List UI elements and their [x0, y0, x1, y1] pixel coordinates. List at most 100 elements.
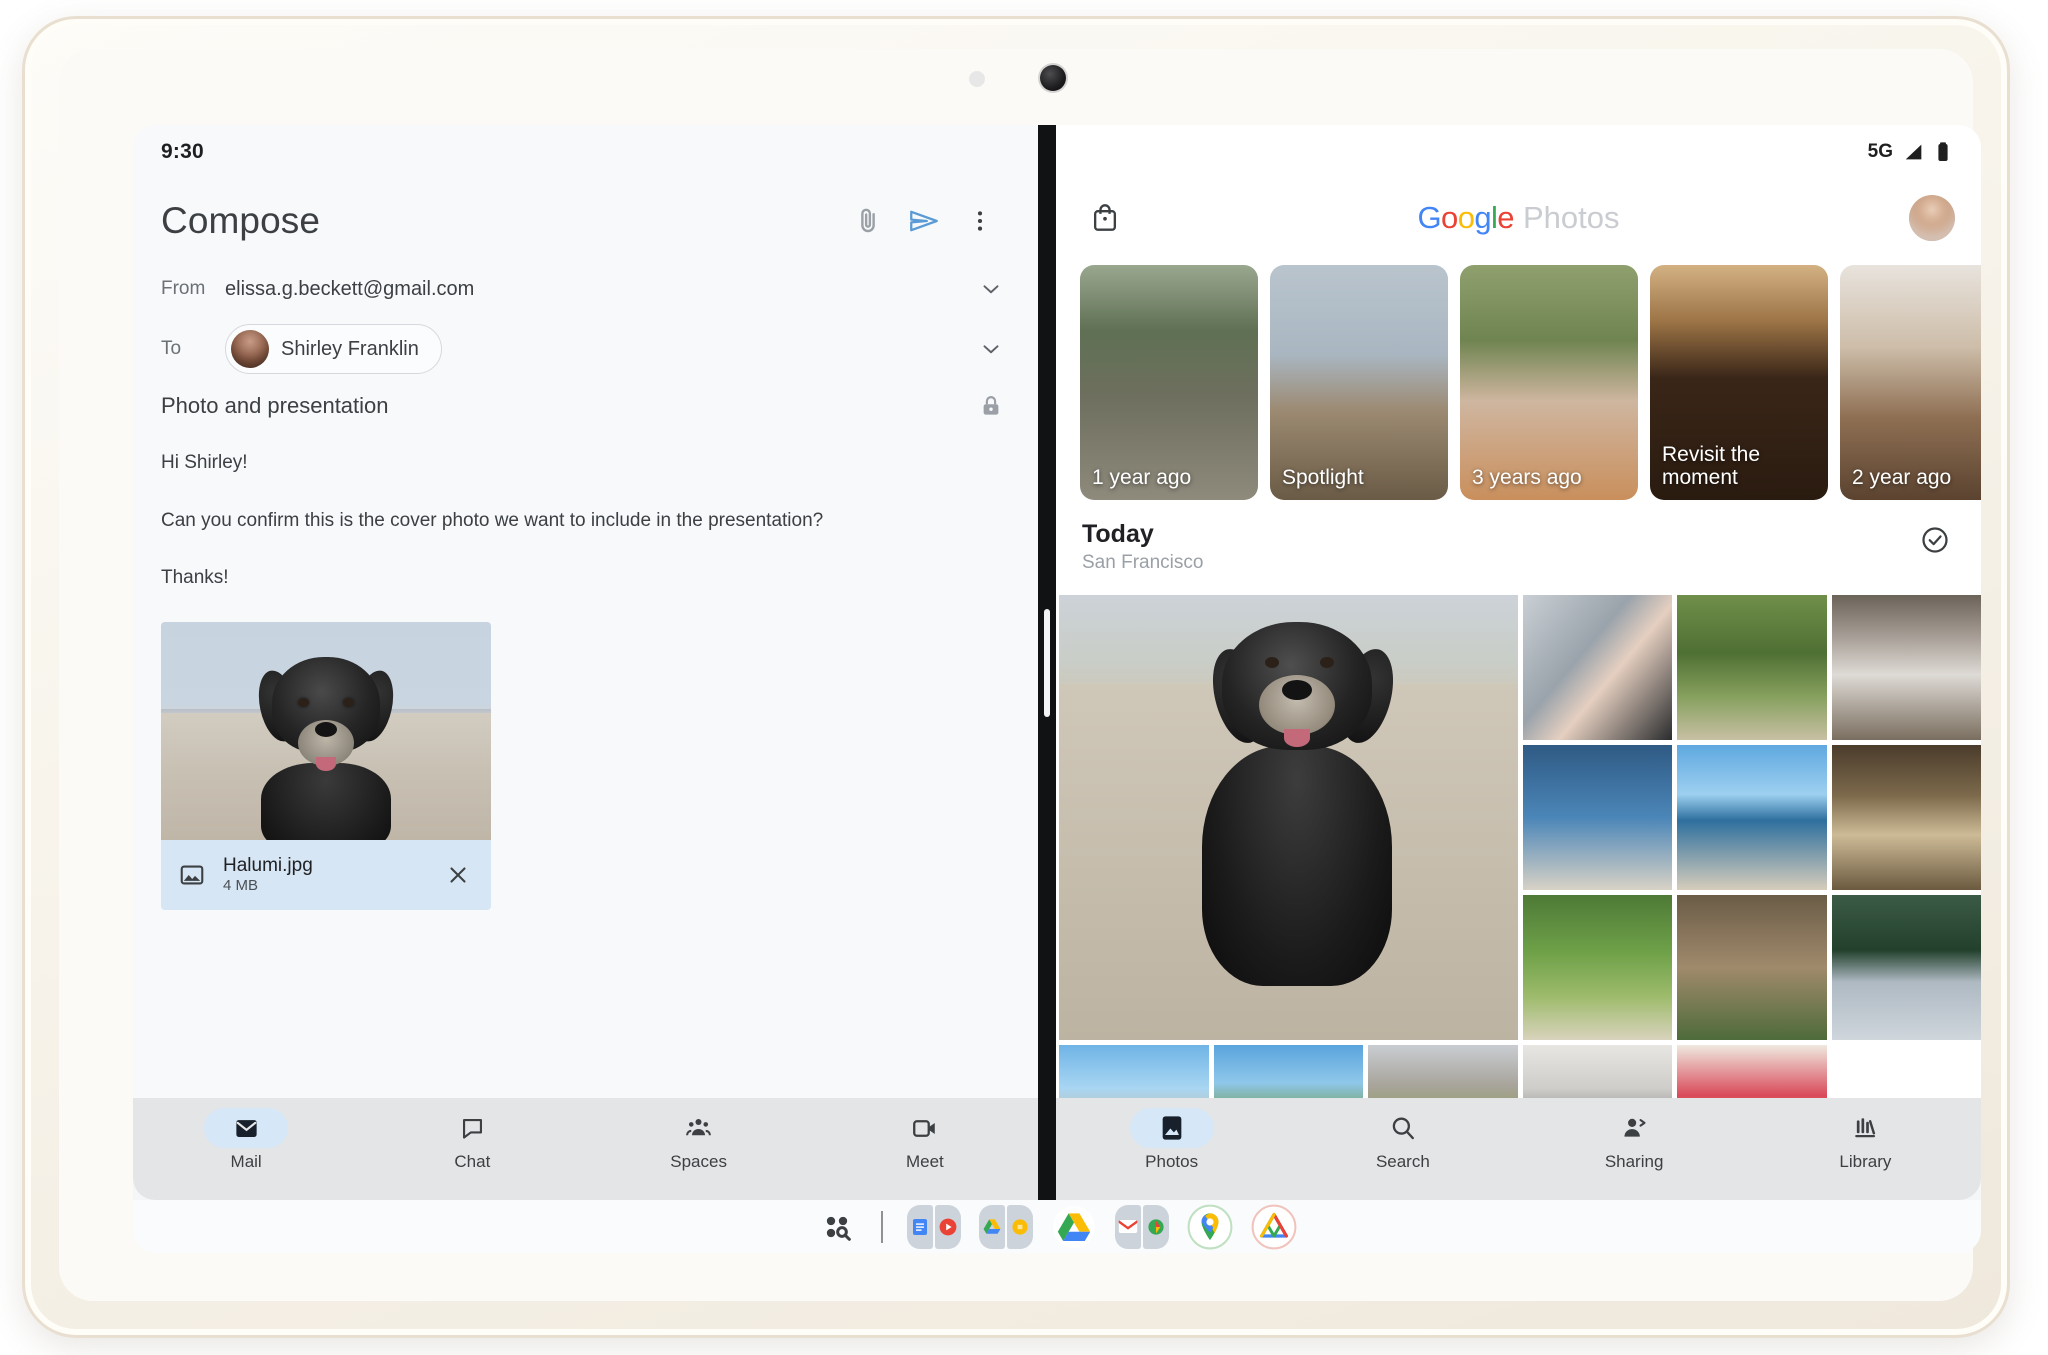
confidential-mode-button[interactable]: [974, 389, 1008, 423]
attachment-type-icon-box: [175, 858, 209, 892]
subject-field-row[interactable]: Photo and presentation: [133, 379, 1038, 433]
app-drive-icon: [979, 1204, 1005, 1249]
chevron-down-icon: [983, 345, 999, 354]
to-field-row[interactable]: To Shirley Franklin: [133, 319, 1038, 379]
remove-attachment-button[interactable]: [439, 856, 477, 894]
status-clock: 9:30: [161, 140, 204, 163]
photo-hand-dog[interactable]: [1522, 595, 1672, 740]
send-icon: [910, 210, 938, 232]
nav-chat[interactable]: Chat: [359, 1108, 585, 1172]
from-label: From: [161, 278, 206, 299]
photo-white-truck[interactable]: [1831, 595, 1981, 740]
photo-truck-awning[interactable]: [1213, 1045, 1363, 1098]
section-title: Today: [1082, 520, 1154, 548]
nav-spaces-pill: [657, 1108, 741, 1148]
memory-card[interactable]: 1 year ago: [1080, 265, 1258, 500]
google-wordmark: Google: [1417, 200, 1515, 235]
from-expand-button[interactable]: [974, 272, 1008, 306]
maps-icon: [1187, 1204, 1233, 1249]
nav-photos-label: Photos: [1145, 1152, 1199, 1171]
app-google-maps[interactable]: [1187, 1204, 1233, 1250]
close-icon: [450, 867, 466, 883]
youtube-icon: [939, 1218, 957, 1235]
app-pair-gmail-slides[interactable]: [1115, 1204, 1169, 1249]
divider-drag-handle[interactable]: [1044, 608, 1050, 717]
memory-card[interactable]: 3 years ago: [1460, 265, 1638, 500]
body-line-3: Thanks!: [161, 567, 229, 589]
nav-library[interactable]: Library: [1750, 1108, 1981, 1172]
inline-attachment-preview[interactable]: [161, 621, 491, 840]
today-texts: Today San Francisco: [1082, 520, 1915, 574]
photo-edge-1[interactable]: [1522, 745, 1672, 890]
gmail-status-bar: 9:30: [133, 125, 1038, 179]
profile-avatar[interactable]: [1909, 195, 1955, 241]
dog-eye-left: [297, 697, 309, 707]
nav-spaces-label: Spaces: [670, 1152, 727, 1171]
battery-icon: [1938, 142, 1948, 161]
more-vert-icon: [977, 211, 983, 231]
app-pair-docs-youtube[interactable]: [907, 1204, 961, 1249]
to-expand-button[interactable]: [974, 332, 1008, 366]
taskbar-divider: [881, 1210, 883, 1243]
photo-interior-room[interactable]: [1522, 1045, 1672, 1098]
store-bag-icon: [1093, 204, 1117, 231]
nav-mail[interactable]: Mail: [133, 1108, 359, 1172]
search-icon: [1392, 1117, 1414, 1140]
nav-mail-pill: [204, 1108, 289, 1148]
send-button[interactable]: [896, 193, 952, 249]
photo-llama-fence[interactable]: [1831, 745, 1981, 890]
email-body[interactable]: Hi Shirley! Can you confirm this is the …: [133, 433, 1038, 910]
photo-beach-shore[interactable]: [1677, 745, 1827, 890]
nav-photos[interactable]: Photos: [1056, 1108, 1287, 1172]
app-google-drive[interactable]: [1051, 1204, 1097, 1250]
split-screen-divider[interactable]: [1038, 125, 1056, 1200]
recipient-chip[interactable]: Shirley Franklin: [225, 324, 442, 374]
image-icon: [180, 865, 204, 885]
attach-button[interactable]: [840, 193, 896, 249]
all-apps-button[interactable]: [817, 1207, 857, 1247]
photos-app-header: Google Photos: [1056, 179, 1981, 257]
memory-card[interactable]: 2 year ago: [1840, 265, 1981, 500]
photo-garden-sign[interactable]: [1677, 595, 1827, 740]
photos-icon: [1162, 1116, 1181, 1140]
keep-icon: [1012, 1218, 1028, 1235]
memory-card[interactable]: Revisit the moment: [1650, 265, 1828, 500]
nav-mail-label: Mail: [230, 1152, 262, 1171]
check-circle-icon: [1922, 527, 1948, 553]
app-youtube-icon: [935, 1204, 961, 1249]
nav-spaces[interactable]: Spaces: [586, 1108, 812, 1172]
more-options-button[interactable]: [952, 193, 1008, 249]
memory-card[interactable]: Spotlight: [1270, 265, 1448, 500]
memories-carousel[interactable]: 1 year ago Spotlight 3 years ago Revisit…: [1056, 257, 1981, 500]
photo-dog-beach[interactable]: [1059, 595, 1518, 1040]
proximity-sensor-icon: [969, 71, 985, 87]
tablet-screen: 9:30 Compose From elissa.g.beckett@gmail…: [133, 125, 1981, 1253]
select-all-button[interactable]: [1915, 520, 1955, 560]
recipient-avatar: [231, 330, 269, 368]
nav-search[interactable]: Search: [1287, 1108, 1518, 1172]
body-line-2: Can you confirm this is the cover photo …: [161, 509, 824, 531]
attachment-chip[interactable]: Halumi.jpg 4 MB: [161, 839, 491, 910]
meet-icon: [913, 1119, 936, 1137]
photo-green-field[interactable]: [1522, 895, 1672, 1040]
nav-sharing[interactable]: Sharing: [1519, 1108, 1750, 1172]
app-pair-drive-keep[interactable]: [979, 1204, 1033, 1249]
photo-edge-2[interactable]: [1677, 895, 1827, 1040]
photo-grid[interactable]: [1056, 595, 1981, 1098]
app-slides-icon: [1143, 1204, 1169, 1249]
library-icon: [1855, 1118, 1876, 1138]
memory-label: 2 year ago: [1852, 466, 1952, 490]
to-value: Shirley Franklin: [225, 324, 974, 374]
photo-art-wall[interactable]: [1677, 1045, 1827, 1098]
photo-plaza-building[interactable]: [1059, 1045, 1209, 1098]
gmail-bottom-nav: Mail Chat Spaces Meet: [133, 1098, 1038, 1200]
home-icon: [1251, 1204, 1297, 1249]
app-google-home[interactable]: [1251, 1204, 1297, 1250]
store-button[interactable]: [1082, 195, 1128, 241]
photo-market-basket[interactable]: [1368, 1045, 1518, 1098]
photo-lake-cliff[interactable]: [1831, 895, 1981, 1040]
from-field-row[interactable]: From elissa.g.beckett@gmail.com: [133, 259, 1038, 319]
nav-meet[interactable]: Meet: [812, 1108, 1038, 1172]
dog-eye-right: [343, 697, 355, 707]
drive-icon: [1053, 1205, 1095, 1248]
